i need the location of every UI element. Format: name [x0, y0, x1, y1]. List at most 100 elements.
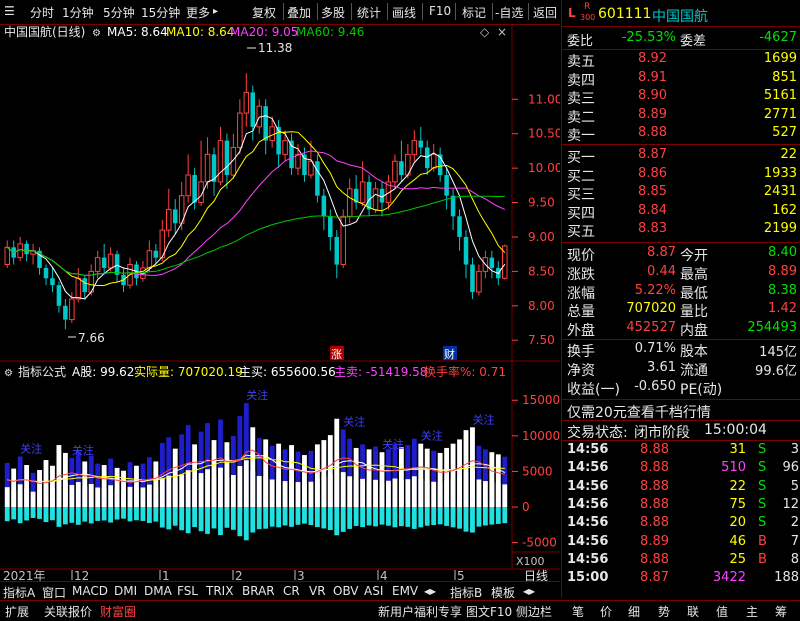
btn-draw-line[interactable]: 画线 [392, 4, 416, 21]
ma-settings-icon[interactable]: ⚙ [92, 28, 101, 39]
candle-body [75, 277, 82, 300]
tab-fsl[interactable]: FSL [177, 584, 198, 598]
close-chart-icon[interactable]: × [497, 25, 507, 39]
tab-trix[interactable]: TRIX [206, 584, 233, 598]
tab-scroll-arrows-icon[interactable]: ◂▸ [424, 584, 436, 598]
stat-label: 最高 [680, 266, 708, 283]
sell-level-1[interactable]: 卖一 8.88 527 [562, 125, 800, 144]
candle-body [315, 161, 320, 196]
tick-time: 14:56 [567, 496, 609, 512]
tab-more[interactable]: 更多 [186, 4, 210, 21]
btn-related-quotes[interactable]: 关联报价 [44, 603, 92, 620]
buy-level-2[interactable]: 买二 8.86 1933 [562, 166, 800, 185]
tick-time: 14:56 [567, 551, 609, 567]
tick-count: 188 [774, 570, 799, 586]
ind-tick-label: 0 [522, 500, 530, 514]
tab-dma[interactable]: DMA [144, 584, 172, 598]
main-sell-bar [114, 507, 120, 520]
candle-body [146, 250, 153, 269]
diamond-icon[interactable]: ◇ [480, 25, 490, 39]
btn-remove-watchlist[interactable]: -自选 [495, 4, 523, 21]
level2-promo[interactable]: 仅需20元查看千档行情 [567, 402, 711, 422]
btn-f10[interactable]: F10 [429, 4, 451, 18]
tab-cr[interactable]: CR [283, 584, 300, 598]
tab-trend[interactable]: 势 [658, 603, 670, 620]
tab-vr[interactable]: VR [309, 584, 326, 598]
sell-level-2[interactable]: 卖二 8.89 2771 [562, 107, 800, 126]
main-sell-bar [153, 507, 159, 522]
tab-chips[interactable]: 筹 [775, 603, 787, 620]
btn-fuquan[interactable]: 复权 [252, 4, 276, 21]
tab-trade-detail[interactable]: 笔 [572, 603, 584, 620]
promo-row[interactable]: 仅需20元查看千档行情 [562, 402, 800, 421]
tab-emv[interactable]: EMV [392, 584, 418, 598]
order-label: 买一 [567, 150, 595, 166]
tab-obv[interactable]: OBV [333, 584, 359, 598]
btn-multi-stock[interactable]: 多股 [321, 4, 345, 21]
tab-value[interactable]: 值 [716, 603, 728, 620]
tab-window[interactable]: 窗口 [42, 584, 66, 601]
tab-15min[interactable]: 15分钟 [141, 4, 180, 21]
tab-template[interactable]: 模板 [491, 584, 515, 601]
x-label-year: 2021年 [3, 569, 46, 581]
main-sell-bar [392, 507, 398, 528]
order-volume: 2199 [763, 221, 797, 236]
more-arrow-icon[interactable]: ▸ [213, 6, 218, 17]
btn-f10-graphic[interactable]: 图文F10 [466, 603, 512, 620]
main-sell-bar [263, 507, 269, 529]
period-label[interactable]: 日线 [524, 569, 548, 583]
tab-1min[interactable]: 1分钟 [62, 4, 94, 21]
btn-overlay[interactable]: 叠加 [287, 4, 311, 21]
tab-5min[interactable]: 5分钟 [103, 4, 135, 21]
btn-statistics[interactable]: 统计 [357, 4, 381, 21]
buy-level-3[interactable]: 买三 8.85 2431 [562, 184, 800, 203]
tab-price[interactable]: 价 [600, 603, 612, 620]
sell-level-3[interactable]: 卖三 8.90 5161 [562, 88, 800, 107]
candle-body [372, 188, 379, 210]
btn-mark[interactable]: 标记 [462, 4, 486, 21]
tab-timeshare[interactable]: 分时 [30, 4, 54, 21]
sell-level-4[interactable]: 卖四 8.91 851 [562, 70, 800, 89]
candle-body [24, 243, 29, 255]
btn-sidebar[interactable]: 侧边栏 [516, 603, 552, 620]
buy-level-5[interactable]: 买五 8.83 2199 [562, 221, 800, 240]
tab-dmi[interactable]: DMI [114, 584, 137, 598]
period-menu-icon[interactable]: ☰ [4, 4, 15, 18]
candle-body [94, 257, 101, 272]
btn-extend[interactable]: 扩展 [5, 603, 29, 620]
tab-main[interactable]: 主 [746, 603, 758, 620]
main-buy-inner-bar [237, 466, 243, 508]
order-volume: 22 [780, 147, 797, 162]
tick-side: S [758, 496, 767, 512]
x-axis: 2021年 12 1 2 3 4 5 日线 [3, 569, 548, 583]
new-user-promo[interactable]: 新用户福利专享 [378, 603, 462, 620]
buy-level-1[interactable]: 买一 8.87 22 [562, 147, 800, 166]
buy-level-4[interactable]: 买四 8.84 162 [562, 203, 800, 222]
tab-indicator-b[interactable]: 指标B [450, 584, 482, 601]
indicator-tab-bar: 指标A 窗口 MACD DMI DMA FSL TRIX BRAR CR VR … [0, 581, 560, 600]
main-sell-bar [185, 507, 191, 534]
tab-brar[interactable]: BRAR [242, 584, 275, 598]
tab-macd[interactable]: MACD [72, 584, 108, 598]
indicator-settings-icon[interactable]: ⚙ [4, 368, 13, 379]
main-buy-inner-bar [302, 483, 307, 508]
kline-chart-svg[interactable]: 中国国航(日线) ⚙ MA5: 8.64 MA10: 8.64 MA20: 9.… [0, 24, 562, 583]
cai-marker-label: 财 [444, 347, 455, 361]
tab-linked[interactable]: 联 [687, 603, 699, 620]
tab-indicator-a[interactable]: 指标A [3, 584, 35, 601]
main-sell-bar [101, 507, 107, 521]
sell-level-5[interactable]: 卖五 8.92 1699 [562, 51, 800, 70]
chart-area[interactable]: 中国国航(日线) ⚙ MA5: 8.64 MA10: 8.64 MA20: 9.… [0, 24, 562, 583]
order-price: 8.87 [638, 147, 667, 162]
tab-asi[interactable]: ASI [364, 584, 383, 598]
stat-value: 8.38 [768, 282, 797, 298]
high-price-label: 11.38 [258, 41, 292, 55]
candle-body [69, 298, 75, 321]
order-volume: 5161 [763, 88, 797, 103]
scroll-arrows-icon[interactable]: ◂▸ [523, 584, 535, 598]
btn-wealth-circle[interactable]: 财富圈 [100, 603, 136, 620]
candle-body [107, 253, 114, 269]
ind-tick-label: 15000 [522, 393, 560, 407]
btn-back[interactable]: 返回 [533, 4, 557, 21]
tab-detail[interactable]: 细 [628, 603, 640, 620]
